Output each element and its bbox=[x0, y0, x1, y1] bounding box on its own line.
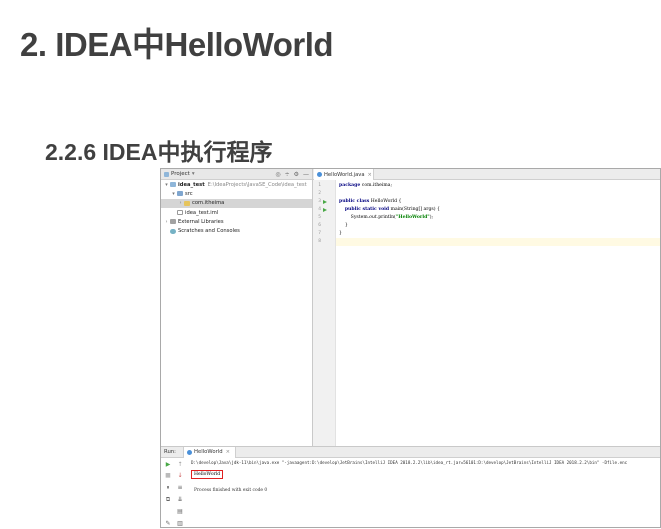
run-label: Run: bbox=[164, 449, 176, 455]
library-icon bbox=[170, 219, 176, 225]
close-icon[interactable]: × bbox=[226, 449, 230, 455]
line-number: 3 bbox=[318, 199, 321, 204]
run-panel: Run: HelloWorld × ▶ ↑ ■ ↓ ⏸ ≡ ⧉ ⇊ ▤ ✎ ▥ … bbox=[161, 446, 660, 527]
line-number: 4 bbox=[318, 207, 321, 212]
gear-icon[interactable]: ⚙ bbox=[294, 171, 299, 178]
file-icon bbox=[177, 210, 183, 216]
print-icon[interactable]: ▤ bbox=[177, 509, 183, 515]
code-line: public class HelloWorld { bbox=[339, 199, 402, 204]
pause-icon[interactable]: ⏸ bbox=[165, 485, 171, 491]
scroll-end-icon[interactable]: ⇊ bbox=[177, 497, 183, 503]
rerun-icon[interactable]: ▶ bbox=[165, 462, 171, 468]
line-number: 7 bbox=[318, 231, 321, 236]
up-arrow-icon[interactable]: ↑ bbox=[177, 462, 183, 468]
dump-icon[interactable]: ⧉ bbox=[165, 497, 171, 503]
tab-helloworld-java[interactable]: HelloWorld.java × bbox=[314, 169, 374, 180]
tree-item-path: E:\IdeaProjects\JavaSE_Code\idea_test bbox=[207, 181, 307, 188]
console-output: HelloWorld bbox=[194, 472, 221, 477]
soft-wrap-icon[interactable]: ≡ bbox=[177, 485, 183, 491]
tree-item-iml[interactable]: idea_test.iml bbox=[161, 208, 312, 217]
target-icon[interactable]: ◎ bbox=[275, 171, 280, 178]
down-arrow-icon[interactable]: ↓ bbox=[177, 473, 183, 479]
chevron-right-icon[interactable]: › bbox=[163, 219, 170, 225]
run-class-icon[interactable] bbox=[323, 200, 327, 204]
code-line: System.out.println("HelloWorld"); bbox=[339, 215, 434, 220]
chevron-down-icon[interactable]: ▾ bbox=[163, 182, 170, 188]
tab-run-helloworld[interactable]: HelloWorld × bbox=[183, 446, 237, 458]
tab-label: HelloWorld.java bbox=[324, 171, 365, 178]
editor-gutter: 1 2 3 4 5 6 7 8 bbox=[313, 180, 336, 446]
line-number: 5 bbox=[318, 215, 321, 220]
src-folder-icon bbox=[177, 191, 183, 197]
tree-item-label: Scratches and Consoles bbox=[178, 228, 240, 235]
close-icon[interactable]: × bbox=[368, 172, 372, 178]
stop-icon[interactable]: ■ bbox=[165, 473, 171, 479]
line-number: 6 bbox=[318, 223, 321, 228]
process-finished-text: Process finished with exit code 0 bbox=[194, 488, 268, 493]
run-panel-header: Run: HelloWorld × bbox=[161, 446, 660, 458]
tree-item-external-libraries[interactable]: › External Libraries bbox=[161, 217, 312, 226]
tree-item-label: com.itheima bbox=[192, 200, 225, 207]
project-icon bbox=[164, 171, 169, 177]
project-header-label[interactable]: Project bbox=[171, 171, 190, 177]
tree-item-label: idea_test.iml bbox=[185, 209, 219, 216]
line-number: 8 bbox=[318, 239, 321, 244]
split-icon[interactable]: ÷ bbox=[285, 171, 290, 178]
chevron-right-icon[interactable]: › bbox=[177, 200, 184, 206]
java-class-icon bbox=[187, 449, 192, 455]
chevron-down-icon[interactable]: ▾ bbox=[170, 191, 177, 197]
tree-item-label: idea_test bbox=[178, 181, 205, 188]
line-number: 1 bbox=[318, 183, 321, 188]
code-line: package com.itheima; bbox=[339, 183, 393, 188]
project-panel: Project ▾ ◎ ÷ ⚙ — ▾ idea_test E:\IdeaPro… bbox=[161, 169, 313, 446]
run-main-icon[interactable] bbox=[323, 208, 327, 212]
tree-item-project-root[interactable]: ▾ idea_test E:\IdeaProjects\JavaSE_Code\… bbox=[161, 180, 312, 189]
code-line: } bbox=[339, 231, 342, 236]
current-line-highlight bbox=[336, 238, 660, 246]
package-icon bbox=[184, 200, 190, 206]
trash-icon[interactable]: ▥ bbox=[177, 521, 183, 527]
code-line: public static void main(String[] args) { bbox=[344, 207, 440, 212]
tree-item-label: src bbox=[185, 190, 193, 197]
console-command: D:\develop\Java\jdk-11\bin\java.exe "-ja… bbox=[191, 460, 628, 465]
run-toolbar: ▶ ↑ ■ ↓ ⏸ ≡ ⧉ ⇊ ▤ ✎ ▥ bbox=[161, 458, 189, 527]
scratch-icon bbox=[170, 228, 176, 234]
dropdown-icon[interactable]: ▾ bbox=[192, 171, 195, 177]
pin-icon[interactable]: ✎ bbox=[165, 521, 171, 527]
java-class-icon bbox=[317, 172, 322, 177]
slide-title: 2. IDEA中HelloWorld bbox=[20, 26, 334, 63]
tree-item-src[interactable]: ▾ src bbox=[161, 189, 312, 198]
run-tab-label: HelloWorld bbox=[194, 449, 223, 455]
code-line: } bbox=[339, 223, 348, 228]
tree-item-label: External Libraries bbox=[178, 218, 224, 225]
slide-subtitle: 2.2.6 IDEA中执行程序 bbox=[45, 139, 273, 165]
folder-icon bbox=[170, 182, 176, 188]
line-number: 2 bbox=[318, 191, 321, 196]
tree-item-scratches[interactable]: Scratches and Consoles bbox=[161, 226, 312, 235]
project-panel-header[interactable]: Project ▾ ◎ ÷ ⚙ — bbox=[161, 169, 312, 180]
ide-window: Project ▾ ◎ ÷ ⚙ — ▾ idea_test E:\IdeaPro… bbox=[160, 168, 661, 528]
tree-item-package[interactable]: › com.itheima bbox=[161, 198, 312, 208]
minimize-icon[interactable]: — bbox=[303, 171, 309, 178]
code-editor[interactable]: HelloWorld.java × 1 2 3 4 5 6 7 8 packag… bbox=[313, 169, 660, 446]
